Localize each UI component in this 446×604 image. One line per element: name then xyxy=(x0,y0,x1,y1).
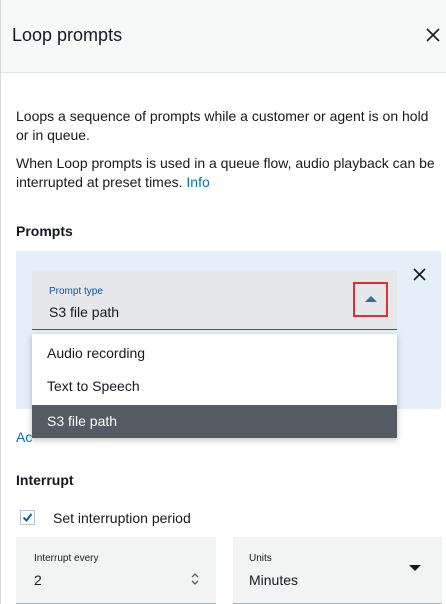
description-text: Loops a sequence of prompts while a cust… xyxy=(16,108,429,143)
interrupt-heading: Interrupt xyxy=(16,472,74,488)
prompt-type-dropdown: Audio recording Text to Speech S3 file p… xyxy=(32,334,397,438)
chevron-down-icon[interactable] xyxy=(409,565,421,571)
panel-title: Loop prompts xyxy=(12,25,123,45)
remove-prompt-icon[interactable] xyxy=(410,265,430,285)
checkmark-icon xyxy=(22,513,33,523)
option-text-to-speech[interactable]: Text to Speech xyxy=(32,370,397,403)
interruption-checkbox-label: Set interruption period xyxy=(53,510,191,526)
add-prompt-link[interactable]: Ac xyxy=(16,429,32,445)
prompt-type-value: S3 file path xyxy=(49,304,120,320)
option-audio-recording[interactable]: Audio recording xyxy=(32,337,397,370)
units-label: Units xyxy=(249,553,272,564)
queue-flow-note: When Loop prompts is used in a queue flo… xyxy=(16,154,440,192)
interrupt-every-label: Interrupt every xyxy=(34,553,99,564)
interruption-checkbox[interactable] xyxy=(20,510,35,525)
stepper-icon[interactable] xyxy=(189,571,201,587)
units-value: Minutes xyxy=(249,572,299,588)
prompt-type-select[interactable] xyxy=(32,271,397,330)
loop-prompts-panel: Loop prompts Loops a sequence of prompts… xyxy=(0,0,446,604)
interrupt-every-value: 2 xyxy=(34,572,42,588)
chevron-up-icon[interactable] xyxy=(365,296,377,302)
interrupt-every-field[interactable] xyxy=(16,537,216,604)
info-link[interactable]: Info xyxy=(186,174,209,190)
panel-header: Loop prompts xyxy=(1,0,446,73)
prompt-type-label: Prompt type xyxy=(49,286,103,297)
close-icon[interactable] xyxy=(423,25,443,45)
prompts-heading: Prompts xyxy=(16,223,73,239)
queue-flow-note-text: When Loop prompts is used in a queue flo… xyxy=(16,155,435,190)
option-s3-file-path[interactable]: S3 file path xyxy=(32,405,397,438)
